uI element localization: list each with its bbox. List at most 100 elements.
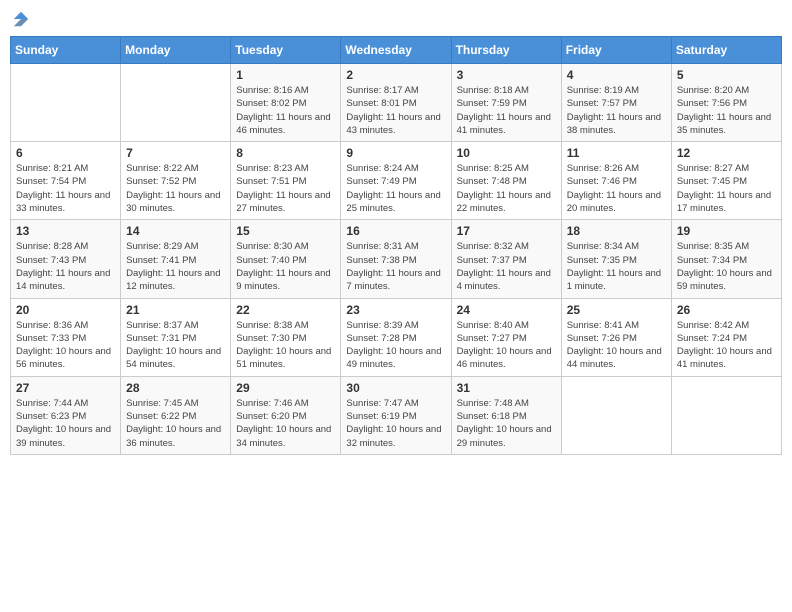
day-number: 23 [346,303,445,317]
calendar-cell: 18 Sunrise: 8:34 AM Sunset: 7:35 PM Dayli… [561,220,671,298]
day-number: 27 [16,381,115,395]
day-detail: Sunrise: 8:34 AM Sunset: 7:35 PM Dayligh… [567,240,666,293]
day-detail: Sunrise: 8:25 AM Sunset: 7:48 PM Dayligh… [457,162,556,215]
calendar-cell [121,64,231,142]
calendar-cell: 6Sunrise: 8:21 AM Sunset: 7:54 PM Daylig… [11,142,121,220]
calendar-cell: 10Sunrise: 8:25 AM Sunset: 7:48 PM Dayli… [451,142,561,220]
day-detail: Sunrise: 7:48 AM Sunset: 6:18 PM Dayligh… [457,397,556,450]
calendar-cell: 2Sunrise: 8:17 AM Sunset: 8:01 PM Daylig… [341,64,451,142]
calendar-cell: 13 Sunrise: 8:28 AM Sunset: 7:43 PM Dayli… [11,220,121,298]
day-number: 29 [236,381,335,395]
calendar-cell: 11 Sunrise: 8:26 AM Sunset: 7:46 PM Dayli… [561,142,671,220]
calendar-cell: 14Sunrise: 8:29 AM Sunset: 7:41 PM Dayli… [121,220,231,298]
day-number: 28 [126,381,225,395]
day-number: 13 [16,224,115,238]
calendar-cell: 7 Sunrise: 8:22 AM Sunset: 7:52 PM Daylig… [121,142,231,220]
day-number: 17 [457,224,556,238]
header-tuesday: Tuesday [231,37,341,64]
header-thursday: Thursday [451,37,561,64]
day-detail: Sunrise: 7:47 AM Sunset: 6:19 PM Dayligh… [346,397,445,450]
day-detail: Sunrise: 8:29 AM Sunset: 7:41 PM Dayligh… [126,240,225,293]
calendar-cell: 3Sunrise: 8:18 AM Sunset: 7:59 PM Daylig… [451,64,561,142]
day-detail: Sunrise: 8:23 AM Sunset: 7:51 PM Dayligh… [236,162,335,215]
header-monday: Monday [121,37,231,64]
day-detail: Sunrise: 8:39 AM Sunset: 7:28 PM Dayligh… [346,319,445,372]
day-detail: Sunrise: 8:19 AM Sunset: 7:57 PM Dayligh… [567,84,666,137]
calendar-cell: 27 Sunrise: 7:44 AM Sunset: 6:23 PM Dayli… [11,376,121,454]
calendar-week-row: 6Sunrise: 8:21 AM Sunset: 7:54 PM Daylig… [11,142,782,220]
calendar-cell: 19Sunrise: 8:35 AM Sunset: 7:34 PM Dayli… [671,220,781,298]
day-detail: Sunrise: 7:44 AM Sunset: 6:23 PM Dayligh… [16,397,115,450]
calendar-cell [671,376,781,454]
day-number: 21 [126,303,225,317]
calendar-cell: 5 Sunrise: 8:20 AM Sunset: 7:56 PM Daylig… [671,64,781,142]
day-detail: Sunrise: 8:16 AM Sunset: 8:02 PM Dayligh… [236,84,335,137]
day-number: 7 [126,146,225,160]
day-detail: Sunrise: 8:22 AM Sunset: 7:52 PM Dayligh… [126,162,225,215]
calendar-cell: 4Sunrise: 8:19 AM Sunset: 7:57 PM Daylig… [561,64,671,142]
day-number: 15 [236,224,335,238]
calendar-cell: 22 Sunrise: 8:38 AM Sunset: 7:30 PM Dayli… [231,298,341,376]
day-number: 22 [236,303,335,317]
day-detail: Sunrise: 8:20 AM Sunset: 7:56 PM Dayligh… [677,84,776,137]
header-wednesday: Wednesday [341,37,451,64]
day-detail: Sunrise: 8:17 AM Sunset: 8:01 PM Dayligh… [346,84,445,137]
calendar-cell: 30 Sunrise: 7:47 AM Sunset: 6:19 PM Dayli… [341,376,451,454]
day-number: 31 [457,381,556,395]
calendar-table: SundayMondayTuesdayWednesdayThursdayFrid… [10,36,782,455]
day-detail: Sunrise: 8:28 AM Sunset: 7:43 PM Dayligh… [16,240,115,293]
calendar-week-row: 27 Sunrise: 7:44 AM Sunset: 6:23 PM Dayli… [11,376,782,454]
day-detail: Sunrise: 7:45 AM Sunset: 6:22 PM Dayligh… [126,397,225,450]
page-header [10,10,782,28]
day-detail: Sunrise: 8:24 AM Sunset: 7:49 PM Dayligh… [346,162,445,215]
calendar-cell: 1 Sunrise: 8:16 AM Sunset: 8:02 PM Daylig… [231,64,341,142]
day-number: 8 [236,146,335,160]
day-number: 24 [457,303,556,317]
calendar-cell: 8 Sunrise: 8:23 AM Sunset: 7:51 PM Daylig… [231,142,341,220]
day-number: 20 [16,303,115,317]
calendar-cell [561,376,671,454]
calendar-cell [11,64,121,142]
day-number: 19 [677,224,776,238]
day-detail: Sunrise: 7:46 AM Sunset: 6:20 PM Dayligh… [236,397,335,450]
header-sunday: Sunday [11,37,121,64]
logo-icon [12,10,30,28]
day-number: 12 [677,146,776,160]
calendar-cell: 23 Sunrise: 8:39 AM Sunset: 7:28 PM Dayli… [341,298,451,376]
calendar-week-row: 13 Sunrise: 8:28 AM Sunset: 7:43 PM Dayli… [11,220,782,298]
day-number: 3 [457,68,556,82]
calendar-cell: 20 Sunrise: 8:36 AM Sunset: 7:33 PM Dayli… [11,298,121,376]
calendar-header-row: SundayMondayTuesdayWednesdayThursdayFrid… [11,37,782,64]
calendar-cell: 9Sunrise: 8:24 AM Sunset: 7:49 PM Daylig… [341,142,451,220]
day-detail: Sunrise: 8:41 AM Sunset: 7:26 PM Dayligh… [567,319,666,372]
day-detail: Sunrise: 8:31 AM Sunset: 7:38 PM Dayligh… [346,240,445,293]
calendar-week-row: 1 Sunrise: 8:16 AM Sunset: 8:02 PM Daylig… [11,64,782,142]
day-number: 18 [567,224,666,238]
calendar-cell: 31 Sunrise: 7:48 AM Sunset: 6:18 PM Dayli… [451,376,561,454]
day-number: 26 [677,303,776,317]
day-detail: Sunrise: 8:38 AM Sunset: 7:30 PM Dayligh… [236,319,335,372]
day-number: 5 [677,68,776,82]
calendar-cell: 25 Sunrise: 8:41 AM Sunset: 7:26 PM Dayli… [561,298,671,376]
day-detail: Sunrise: 8:37 AM Sunset: 7:31 PM Dayligh… [126,319,225,372]
calendar-cell: 29 Sunrise: 7:46 AM Sunset: 6:20 PM Dayli… [231,376,341,454]
calendar-cell: 28 Sunrise: 7:45 AM Sunset: 6:22 PM Dayli… [121,376,231,454]
calendar-cell: 16 Sunrise: 8:31 AM Sunset: 7:38 PM Dayli… [341,220,451,298]
day-number: 1 [236,68,335,82]
day-number: 16 [346,224,445,238]
day-detail: Sunrise: 8:42 AM Sunset: 7:24 PM Dayligh… [677,319,776,372]
calendar-week-row: 20 Sunrise: 8:36 AM Sunset: 7:33 PM Dayli… [11,298,782,376]
day-detail: Sunrise: 8:40 AM Sunset: 7:27 PM Dayligh… [457,319,556,372]
day-detail: Sunrise: 8:36 AM Sunset: 7:33 PM Dayligh… [16,319,115,372]
day-detail: Sunrise: 8:27 AM Sunset: 7:45 PM Dayligh… [677,162,776,215]
day-detail: Sunrise: 8:26 AM Sunset: 7:46 PM Dayligh… [567,162,666,215]
day-number: 30 [346,381,445,395]
calendar-cell: 26 Sunrise: 8:42 AM Sunset: 7:24 PM Dayli… [671,298,781,376]
calendar-cell: 24 Sunrise: 8:40 AM Sunset: 7:27 PM Dayli… [451,298,561,376]
day-number: 25 [567,303,666,317]
calendar-cell: 21 Sunrise: 8:37 AM Sunset: 7:31 PM Dayli… [121,298,231,376]
calendar-cell: 15Sunrise: 8:30 AM Sunset: 7:40 PM Dayli… [231,220,341,298]
header-friday: Friday [561,37,671,64]
logo [10,10,32,28]
day-number: 11 [567,146,666,160]
